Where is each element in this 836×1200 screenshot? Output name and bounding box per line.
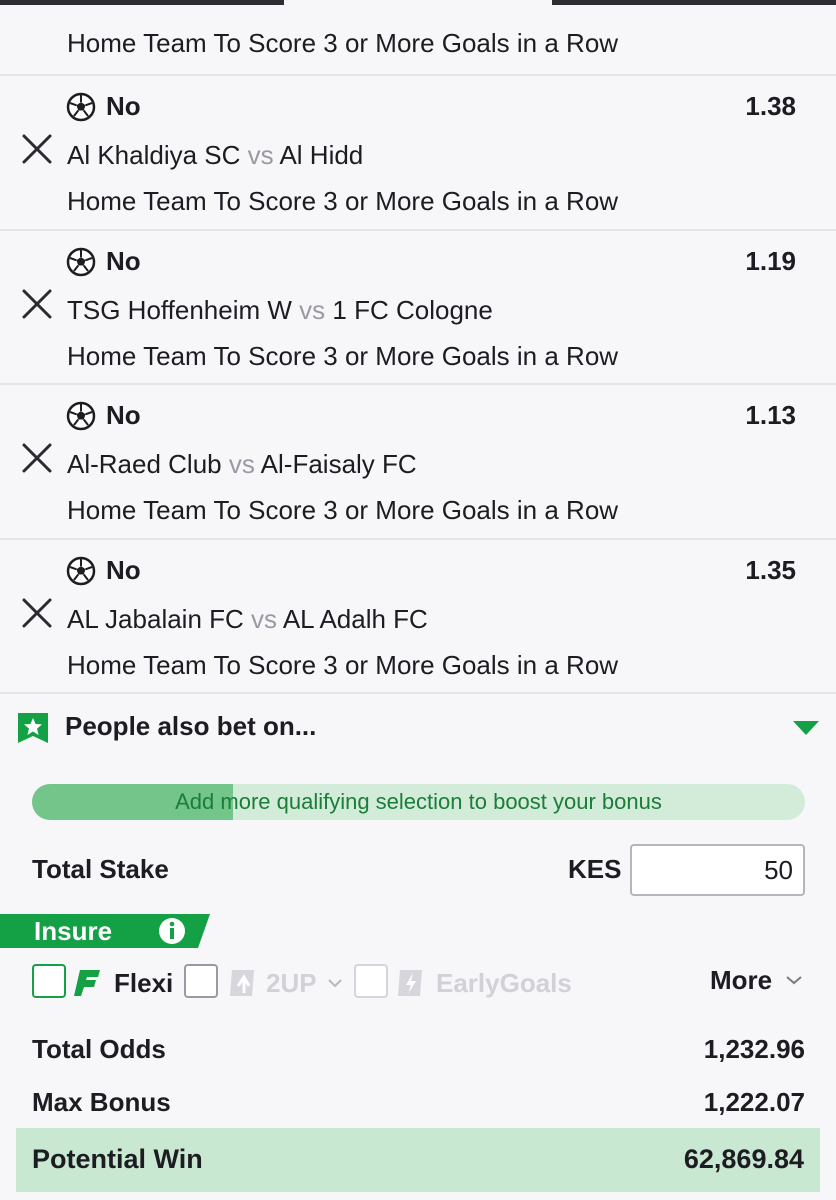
selection-match: Al-Raed Club vs Al-Faisaly FC	[67, 449, 417, 480]
total-odds-label: Total Odds	[32, 1034, 166, 1064]
home-team: AL Jabalain FC	[67, 604, 244, 634]
close-icon[interactable]	[20, 287, 54, 321]
max-bonus-label: Max Bonus	[32, 1087, 171, 1117]
bet-selection: No 1.13 Al-Raed Club vs Al-Faisaly FC Ho…	[0, 385, 836, 539]
close-icon[interactable]	[20, 596, 54, 630]
away-team: AL Adalh FC	[282, 604, 428, 634]
flexi-icon	[74, 970, 100, 996]
two-up-checkbox[interactable]	[184, 964, 218, 998]
soccer-ball-icon	[66, 401, 96, 431]
info-icon[interactable]	[158, 917, 186, 945]
more-options-button[interactable]: More	[710, 965, 772, 996]
star-badge-icon	[18, 713, 48, 743]
home-team: TSG Hoffenheim W	[67, 295, 292, 325]
away-team: Al-Faisaly FC	[260, 449, 417, 479]
selection-market: Home Team To Score 3 or More Goals in a …	[67, 28, 619, 58]
caret-down-icon[interactable]	[793, 721, 819, 735]
selection-market: Home Team To Score 3 or More Goals in a …	[67, 495, 619, 525]
selection-odds: 1.38	[745, 91, 796, 121]
bet-selection: No 1.35 AL Jabalain FC vs AL Adalh FC Ho…	[0, 540, 836, 694]
early-goals-icon	[398, 970, 422, 996]
potential-win-label: Potential Win	[32, 1144, 203, 1174]
selection-odds: 1.35	[745, 555, 796, 585]
max-bonus-value: 1,222.07	[703, 1087, 805, 1117]
potential-win-value: 62,869.84	[683, 1144, 804, 1174]
bet-selection: No 1.38 Al Khaldiya SC vs Al Hidd Home T…	[0, 76, 836, 230]
selection-odds: 1.19	[745, 246, 796, 276]
people-also-bet-label: People also bet on...	[65, 711, 317, 741]
chevron-down-icon[interactable]	[328, 978, 342, 988]
total-stake-label: Total Stake	[32, 854, 169, 884]
two-up-icon	[230, 970, 254, 996]
flexi-checkbox[interactable]	[32, 964, 66, 998]
insure-label: Insure	[34, 916, 113, 946]
divider	[0, 692, 836, 694]
top-tab-right[interactable]	[552, 0, 836, 5]
selection-pick: No	[106, 555, 141, 585]
vs-label: vs	[299, 295, 326, 325]
bonus-progress-text: Add more qualifying selection to boost y…	[175, 789, 662, 814]
selection-market: Home Team To Score 3 or More Goals in a …	[67, 341, 619, 371]
close-icon[interactable]	[20, 132, 54, 166]
selection-match: TSG Hoffenheim W vs 1 FC Cologne	[67, 295, 493, 326]
bonus-progress-bar: Add more qualifying selection to boost y…	[32, 784, 805, 820]
soccer-ball-icon	[66, 556, 96, 586]
stake-input[interactable]	[630, 844, 805, 896]
home-team: Al-Raed Club	[67, 449, 222, 479]
flexi-label[interactable]: Flexi	[114, 968, 173, 999]
bet-selection: No 1.19 TSG Hoffenheim W vs 1 FC Cologne…	[0, 231, 836, 385]
selection-match: Al Khaldiya SC vs Al Hidd	[67, 140, 363, 171]
people-also-bet-section[interactable]: People also bet on...	[0, 695, 836, 759]
selection-match: AL Jabalain FC vs AL Adalh FC	[67, 604, 428, 635]
selection-pick: No	[106, 246, 141, 276]
close-icon[interactable]	[20, 441, 54, 475]
vs-label: vs	[228, 449, 255, 479]
away-team: 1 FC Cologne	[332, 295, 493, 325]
insure-badge: Insure	[0, 914, 210, 948]
selection-market: Home Team To Score 3 or More Goals in a …	[67, 186, 619, 216]
selection-market: Home Team To Score 3 or More Goals in a …	[67, 650, 619, 680]
two-up-label[interactable]: 2UP	[266, 968, 317, 999]
soccer-ball-icon	[66, 247, 96, 277]
selection-odds: 1.13	[745, 400, 796, 430]
chevron-down-icon[interactable]	[786, 975, 802, 985]
selection-pick: No	[106, 91, 141, 121]
vs-label: vs	[251, 604, 278, 634]
top-tab-bar	[0, 0, 836, 6]
vs-label: vs	[247, 140, 274, 170]
home-team: Al Khaldiya SC	[67, 140, 241, 170]
currency-label: KES	[568, 854, 622, 884]
away-team: Al Hidd	[279, 140, 364, 170]
top-tab-left[interactable]	[0, 0, 284, 5]
selection-pick: No	[106, 400, 141, 430]
potential-win-row: Potential Win 62,869.84	[16, 1128, 820, 1192]
total-odds-value: 1,232.96	[703, 1034, 805, 1064]
soccer-ball-icon	[66, 92, 96, 122]
early-goals-checkbox[interactable]	[354, 964, 388, 998]
early-goals-label[interactable]: EarlyGoals	[436, 968, 572, 999]
